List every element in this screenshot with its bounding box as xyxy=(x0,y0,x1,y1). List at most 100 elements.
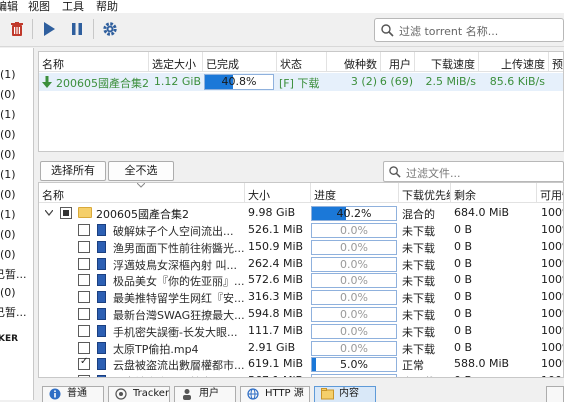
column-peers[interactable]: 用户 xyxy=(381,52,415,72)
column-seeds[interactable]: 做种数 xyxy=(327,52,381,72)
options-button[interactable] xyxy=(99,18,121,40)
column-done[interactable]: 已完成 xyxy=(203,52,277,72)
file-priority: 正常 xyxy=(402,359,424,373)
file-row[interactable]: 极品美女『你的佐亚丽』... 572.6 MiB 0.0% 未下载 0 B 100% xyxy=(39,272,563,289)
file-checkbox[interactable] xyxy=(78,257,90,270)
tab-content-label: 内容 xyxy=(339,388,359,399)
column-eta[interactable]: 预 xyxy=(549,52,563,72)
sidebar: (1) (0) (1) (0) (0) (1) (0) (1) (0) (0) … xyxy=(0,48,34,400)
file-availability: 100% xyxy=(541,374,563,377)
folder-open-icon xyxy=(321,388,334,400)
file-checkbox[interactable] xyxy=(78,324,90,337)
file-size: 2.91 GiB xyxy=(248,340,296,354)
file-progress-bar: 0.0% xyxy=(311,256,397,272)
file-checkbox[interactable] xyxy=(78,356,90,371)
file-row[interactable]: 最美推特留学生网红『安... 316.3 MiB 0.0% 未下载 0 B 100% xyxy=(39,289,563,306)
menu-tools[interactable]: 工具 xyxy=(62,0,84,14)
pause-button[interactable] xyxy=(66,18,88,40)
video-file-icon xyxy=(97,308,106,320)
file-column-name[interactable]: 名称 xyxy=(39,183,245,203)
file-row[interactable]: 云盘被盗流出數層權都市... 619.1 MiB 5.0% 正常 588.0 MiB 10… xyxy=(39,356,563,373)
play-icon xyxy=(44,22,55,36)
file-name: 最美推特留学生网红『安... xyxy=(113,292,244,306)
file-remaining: 0 B xyxy=(454,256,473,270)
torrent-down-speed: 2.5 MiB/s xyxy=(425,75,476,88)
file-checkbox[interactable] xyxy=(78,224,90,236)
file-row[interactable]: 手机密失誤衝-长发大眼... 111.7 MiB 0.0% 未下载 0 B 100% xyxy=(39,323,563,339)
sidebar-item[interactable]: (0) xyxy=(0,228,16,241)
file-priority: 未下载 xyxy=(402,275,435,289)
torrent-name: 200605國產合集2 xyxy=(56,77,148,90)
file-row[interactable]: 云盘被盗小眉眉健大開... 567.1 MiB0.5% 未下载 0 B 100% xyxy=(39,373,563,377)
file-column-remaining[interactable]: 剩余 xyxy=(451,183,537,203)
menubar: 编辑 视图 工具 帮助 xyxy=(0,0,564,13)
file-row[interactable]: 最新台灣SWAG狂撩最大... 594.8 MiB 0.0% 未下载 0 B 100% xyxy=(39,306,563,322)
column-selected-size[interactable]: 选定大小 xyxy=(149,52,203,72)
file-row[interactable]: 浮邁妓鳥女深樞內射 叫... 262.4 MiB 0.0% 未下载 0 B 100% xyxy=(39,256,563,272)
torrent-row[interactable]: 200605國產合集2 1.12 GiB 40.8% [F] 下载 3 (2) … xyxy=(39,73,563,91)
bottom-tabs: 普通 Tracker 用户 HTTP 源 内容 xyxy=(38,386,564,402)
globe-icon xyxy=(247,388,259,400)
file-row[interactable]: 太原TP偷拍.mp4 2.91 GiB 0.0% 未下载 0 B 100% xyxy=(39,340,563,356)
users-icon xyxy=(183,389,191,400)
folder-row[interactable]: 200605國產合集2 9.98 GiB 40.2% 混合的 684.0 MiB… xyxy=(39,205,563,221)
folder-checkbox[interactable] xyxy=(60,207,72,219)
file-priority: 未下载 xyxy=(402,325,435,339)
sidebar-item[interactable]: (0) xyxy=(0,286,16,299)
menu-help[interactable]: 帮助 xyxy=(96,0,118,14)
sidebar-item[interactable]: (0) xyxy=(0,148,16,161)
sidebar-item[interactable]: (0) xyxy=(0,188,16,201)
file-checkbox[interactable] xyxy=(78,308,90,320)
file-column-progress[interactable]: 进度 xyxy=(311,183,399,203)
column-status[interactable]: 状态 xyxy=(277,52,327,72)
collapse-chevron-icon[interactable] xyxy=(45,210,53,216)
sidebar-item[interactable]: (1) xyxy=(0,208,16,221)
file-availability: 100% xyxy=(541,340,563,354)
file-column-size[interactable]: 大小 xyxy=(245,183,311,203)
file-name: 浮邁妓鳥女深樞內射 叫... xyxy=(113,258,237,272)
file-checkbox[interactable] xyxy=(78,240,90,253)
torrent-search-placeholder: 过滤 torrent 名称... xyxy=(399,25,499,38)
file-checkbox[interactable] xyxy=(78,375,90,377)
sidebar-item[interactable]: 已暂... xyxy=(0,266,27,282)
select-none-button[interactable]: 全不选 xyxy=(108,161,174,181)
menu-edit[interactable]: 编辑 xyxy=(0,0,18,14)
file-progress-text: 0.0% xyxy=(340,274,368,288)
file-filter-input[interactable]: 过滤文件... xyxy=(383,161,564,182)
file-checkbox[interactable] xyxy=(78,341,90,354)
sidebar-item[interactable]: (1) xyxy=(0,68,16,81)
sidebar-item[interactable]: (1) xyxy=(0,108,16,121)
file-column-availability[interactable]: 可用性 xyxy=(537,183,563,203)
sidebar-item[interactable]: (1) xyxy=(0,168,16,181)
sidebar-item[interactable]: (0) xyxy=(0,248,16,261)
file-row[interactable]: 渔男面面下性前往術醬光... 150.9 MiB 0.0% 未下载 0 B 100% xyxy=(39,239,563,255)
file-column-priority[interactable]: 下载优先级 xyxy=(399,183,451,203)
select-all-button[interactable]: 选择所有 xyxy=(40,161,106,181)
file-size: 316.3 MiB xyxy=(248,290,304,304)
delete-button[interactable] xyxy=(6,18,28,40)
torrent-progress-text: 40.8% xyxy=(221,75,257,88)
video-file-icon xyxy=(97,324,106,337)
menu-view[interactable]: 视图 xyxy=(28,0,50,14)
sidebar-item[interactable]: (0) xyxy=(0,88,16,101)
sidebar-item[interactable]: KER xyxy=(0,334,18,344)
torrent-status: [F] 下载 xyxy=(279,77,320,90)
column-down-speed[interactable]: 下载速度 xyxy=(415,52,479,72)
torrent-search-input[interactable]: 过滤 torrent 名称... xyxy=(374,18,564,42)
file-remaining: 588.0 MiB xyxy=(454,357,510,371)
file-name: 云盘被盗流出數層權都市... xyxy=(113,359,244,373)
sidebar-item[interactable]: (0) xyxy=(0,128,16,141)
column-up-speed[interactable]: 上传速度 xyxy=(479,52,549,72)
column-name[interactable]: 名称 xyxy=(39,52,149,72)
download-arrow-icon xyxy=(42,76,52,88)
file-size: 150.9 MiB xyxy=(248,239,304,253)
sidebar-item[interactable]: 已暂... xyxy=(0,304,27,320)
file-priority: 未下载 xyxy=(402,309,435,322)
resume-button[interactable] xyxy=(38,18,60,40)
file-progress-bar: 0.0% xyxy=(311,273,397,289)
file-priority: 未下载 xyxy=(402,241,435,255)
file-row[interactable]: 破解妹子个人空间流出... 526.1 MiB 0.0% 未下载 0 B 100% xyxy=(39,222,563,238)
file-checkbox[interactable] xyxy=(78,291,90,304)
file-checkbox[interactable] xyxy=(78,274,90,287)
file-progress-text: 0.0% xyxy=(340,341,368,355)
